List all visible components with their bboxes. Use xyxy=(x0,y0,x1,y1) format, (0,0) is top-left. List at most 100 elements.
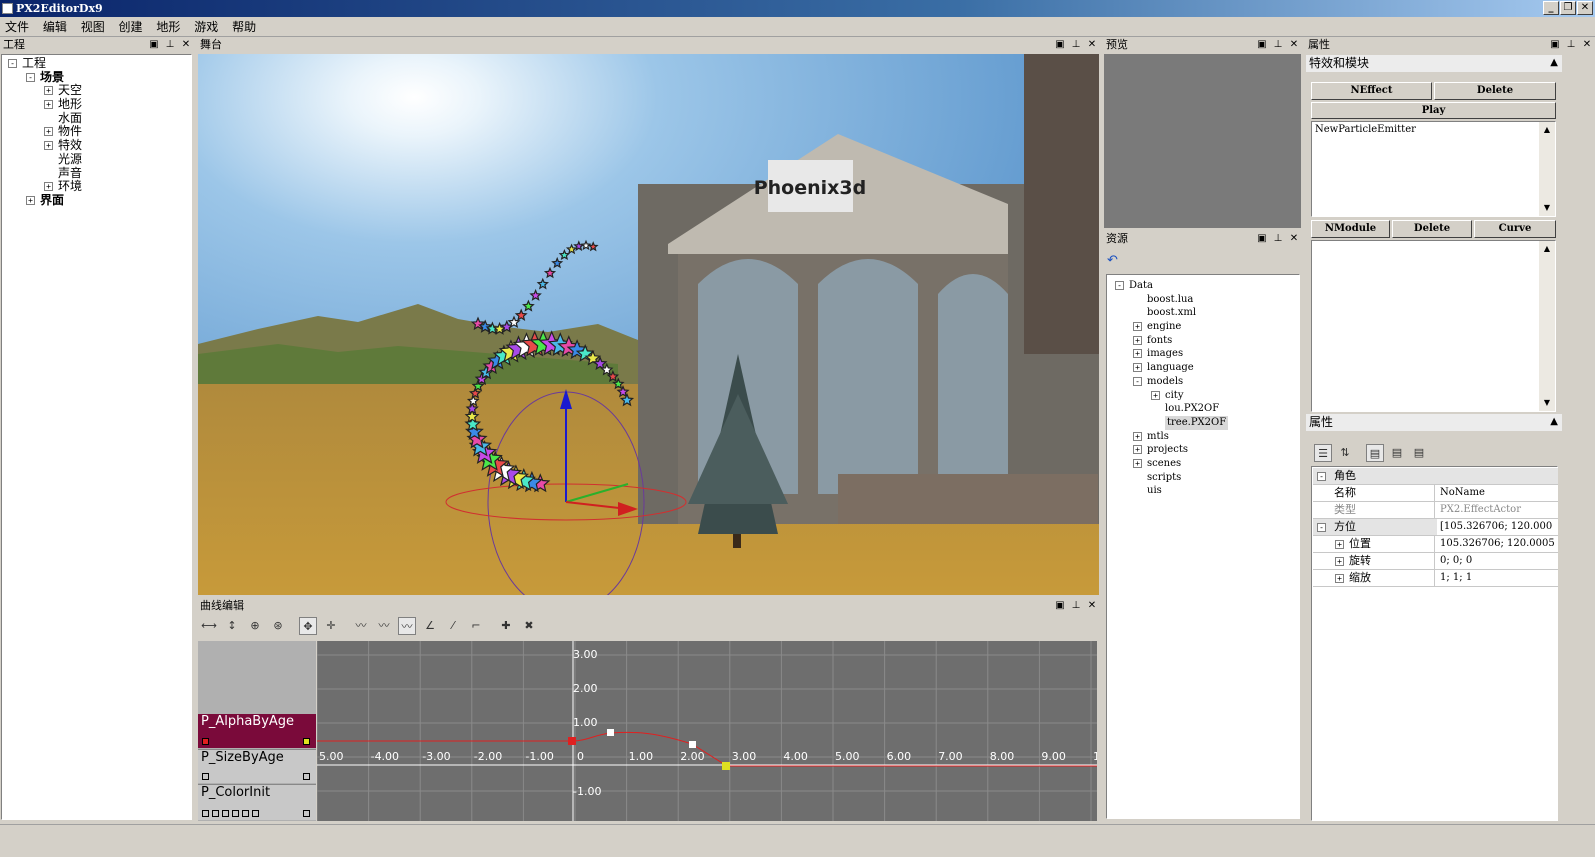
tree-item[interactable]: 声音 xyxy=(2,166,191,181)
new-effect-button[interactable]: NEffect xyxy=(1311,82,1432,100)
property-row[interactable]: + 位置 105.326706; 120.0005 xyxy=(1313,536,1558,553)
tree-item[interactable]: - models xyxy=(1107,375,1299,389)
pin-icon[interactable]: ⊥ xyxy=(1273,37,1283,53)
curve-item-color[interactable]: P_ColorInit xyxy=(198,784,316,820)
property-value[interactable]: 0; 0; 0 xyxy=(1437,553,1558,569)
collapse-icon[interactable]: - xyxy=(1317,523,1326,532)
property-value[interactable]: 105.326706; 120.0005 xyxy=(1437,536,1558,552)
expand-icon[interactable]: + xyxy=(1151,390,1160,400)
curve-auto-icon[interactable]: 〰 xyxy=(352,617,370,635)
tree-item[interactable]: + 环境 xyxy=(2,179,191,194)
tree-item[interactable]: - 场景 xyxy=(2,70,191,85)
tree-item[interactable]: lou.PX2OF xyxy=(1107,402,1299,416)
expand-icon[interactable]: + xyxy=(1133,431,1142,441)
property-row[interactable]: + 旋转 0; 0; 0 xyxy=(1313,553,1558,570)
menu-file[interactable]: 文件 xyxy=(0,17,34,37)
expand-icon[interactable]: + xyxy=(44,86,53,96)
collapse-icon[interactable]: - xyxy=(1317,472,1326,481)
key-point[interactable] xyxy=(568,737,576,745)
close-icon[interactable]: ✕ xyxy=(1087,37,1097,53)
expand-icon[interactable]: + xyxy=(44,182,53,192)
scrollbar[interactable]: ▲ ▼ xyxy=(1539,122,1555,216)
curve-linear-icon[interactable]: ⁄ xyxy=(444,617,462,635)
tree-item[interactable]: + fonts xyxy=(1107,334,1299,348)
expand-icon[interactable]: + xyxy=(1133,322,1142,332)
expand-icon[interactable]: + xyxy=(1133,445,1142,455)
scene-viewport[interactable]: Phoenix3d xyxy=(198,54,1099,595)
curve-item-alpha[interactable]: P_AlphaByAge xyxy=(198,714,316,748)
scrollbar[interactable]: ▲ ▼ xyxy=(1539,241,1555,411)
pin-icon[interactable]: ⊥ xyxy=(165,37,175,53)
close-icon[interactable]: ✕ xyxy=(1582,37,1592,53)
delete-effect-button[interactable]: Delete xyxy=(1434,82,1556,100)
key-point[interactable] xyxy=(722,762,730,770)
dropdown-icon[interactable]: ▣ xyxy=(1257,231,1267,247)
close-icon[interactable]: ✕ xyxy=(1289,231,1299,247)
pin-icon[interactable]: ⊥ xyxy=(1273,231,1283,247)
project-tree[interactable]: - 工程 - 场景 + 天空 + 地形 水面 + 物件 + 特效 光源 声音 + 环境 + 界面 xyxy=(1,54,192,820)
tree-item[interactable]: - Data xyxy=(1107,279,1299,293)
tree-item[interactable]: + mtls xyxy=(1107,430,1299,444)
scroll-down-icon[interactable]: ▼ xyxy=(1539,395,1555,411)
pin-icon[interactable]: ⊥ xyxy=(1071,37,1081,53)
alphabetical-icon[interactable]: ⇅ xyxy=(1336,444,1354,462)
curve-auto-clamped-icon[interactable]: 〰 xyxy=(375,617,393,635)
fit-selected-icon[interactable]: ⊛ xyxy=(269,617,287,635)
tree-item[interactable]: + 界面 xyxy=(2,193,191,208)
tree-item[interactable]: boost.xml xyxy=(1107,306,1299,320)
view-mode-1-icon[interactable]: ▤ xyxy=(1366,444,1384,462)
emitter-item[interactable]: NewParticleEmitter xyxy=(1312,122,1555,137)
scroll-up-icon[interactable]: ▲ xyxy=(1539,122,1555,138)
property-row[interactable]: 类型 PX2.EffectActor xyxy=(1313,502,1558,519)
collapse-icon[interactable]: ▲ xyxy=(1550,55,1558,71)
tree-item[interactable]: + scenes xyxy=(1107,457,1299,471)
emitter-list[interactable]: NewParticleEmitter ▲ ▼ xyxy=(1311,121,1556,217)
curve-graph[interactable]: 5.00 -4.00 -3.00 -2.00 -1.00 0 1.00 2.00 3.00 4.0… xyxy=(317,641,1097,821)
tree-item[interactable]: uis xyxy=(1107,484,1299,498)
resource-tree[interactable]: - Data boost.lua boost.xml + engine + fonts + ima… xyxy=(1106,274,1300,819)
tree-item[interactable]: 光源 xyxy=(2,152,191,167)
property-row[interactable]: + 缩放 1; 1; 1 xyxy=(1313,570,1558,587)
zoom-icon[interactable]: ✛ xyxy=(322,617,340,635)
menu-game[interactable]: 游戏 xyxy=(189,17,223,37)
pan-icon[interactable]: ✥ xyxy=(299,617,317,635)
delete-key-icon[interactable]: ✖ xyxy=(520,617,538,635)
menu-help[interactable]: 帮助 xyxy=(227,17,261,37)
tree-item[interactable]: tree.PX2OF xyxy=(1107,415,1299,430)
expand-icon[interactable]: + xyxy=(44,127,53,137)
scroll-down-icon[interactable]: ▼ xyxy=(1539,200,1555,216)
collapse-icon[interactable]: ▲ xyxy=(1550,414,1558,430)
new-module-button[interactable]: NModule xyxy=(1311,220,1390,238)
dropdown-icon[interactable]: ▣ xyxy=(1055,37,1065,53)
menu-terrain[interactable]: 地形 xyxy=(151,17,185,37)
curve-user-icon[interactable]: 〰 xyxy=(398,617,416,635)
expand-icon[interactable]: + xyxy=(26,195,35,205)
collapse-icon[interactable]: - xyxy=(8,59,17,68)
property-group-row[interactable]: - 角色 xyxy=(1313,468,1558,485)
tree-item[interactable]: 水面 xyxy=(2,111,191,126)
tree-item[interactable]: scripts xyxy=(1107,471,1299,485)
close-icon[interactable]: ✕ xyxy=(1289,37,1299,53)
view-mode-3-icon[interactable]: ▤ xyxy=(1410,444,1428,462)
fit-all-icon[interactable]: ⊕ xyxy=(246,617,264,635)
tree-item[interactable]: + 物件 xyxy=(2,125,191,139)
tree-item[interactable]: + 天空 xyxy=(2,84,191,98)
categorized-icon[interactable]: ☰ xyxy=(1314,444,1332,462)
tree-item[interactable]: - 工程 xyxy=(2,56,191,71)
expand-icon[interactable]: + xyxy=(1133,458,1142,468)
module-list[interactable]: ▲ ▼ xyxy=(1311,240,1556,412)
fit-vertical-icon[interactable]: ↕ xyxy=(223,617,241,635)
curve-break-icon[interactable]: ∠ xyxy=(421,617,439,635)
close-button[interactable]: ✕ xyxy=(1577,1,1593,15)
fit-horizontal-icon[interactable]: ⟷ xyxy=(200,617,218,635)
dropdown-icon[interactable]: ▣ xyxy=(1550,37,1560,53)
property-group-row[interactable]: - 方位 [105.326706; 120.000 xyxy=(1313,519,1558,536)
expand-icon[interactable]: + xyxy=(1133,335,1142,345)
refresh-icon[interactable]: ↶ xyxy=(1107,253,1123,269)
tree-item[interactable]: + 特效 xyxy=(2,138,191,153)
dropdown-icon[interactable]: ▣ xyxy=(149,37,159,53)
collapse-icon[interactable]: - xyxy=(1133,376,1142,386)
expand-icon[interactable]: + xyxy=(44,141,53,151)
pin-icon[interactable]: ⊥ xyxy=(1071,598,1081,614)
curve-item-size[interactable]: P_SizeByAge xyxy=(198,749,316,783)
